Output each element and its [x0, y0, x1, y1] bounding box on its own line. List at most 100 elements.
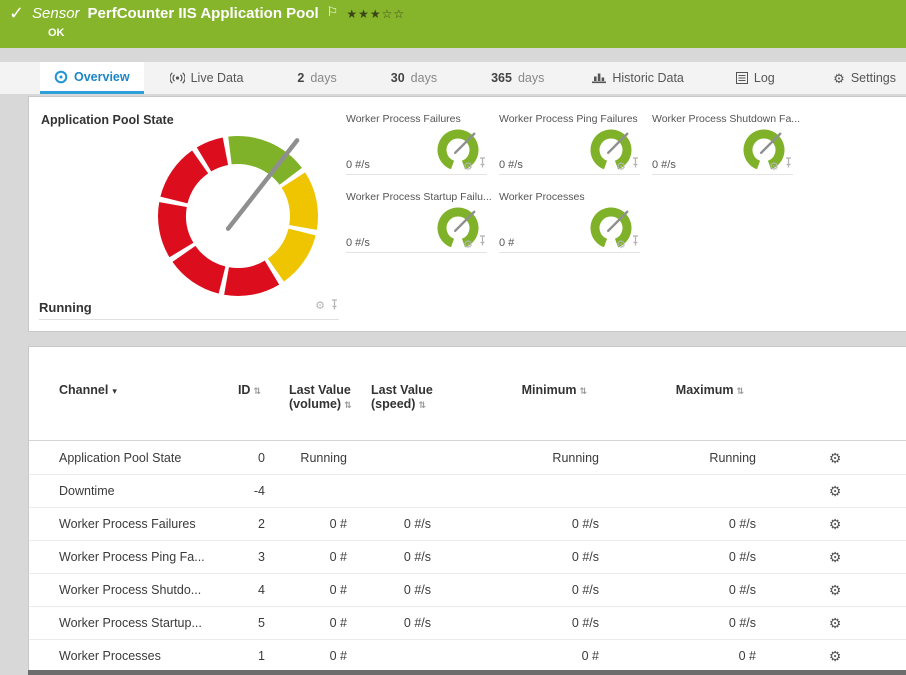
channel-name[interactable]: Application Pool State [29, 451, 205, 465]
overview-panel: Application Pool State Running ⚙ Worker … [28, 96, 906, 332]
pin-icon[interactable] [330, 297, 339, 315]
channel-name[interactable]: Downtime [29, 484, 205, 498]
channel-id: 0 [205, 451, 273, 465]
table-row[interactable]: Worker Process Failures 2 0 # 0 #/s 0 #/… [29, 508, 906, 541]
tab-settings[interactable]: ⚙ Settings [819, 62, 906, 94]
channel-minimum: 0 #/s [439, 550, 607, 564]
table-row[interactable]: Worker Process Ping Fa... 3 0 # 0 #/s 0 … [29, 541, 906, 574]
tab-2-days[interactable]: 2 days [283, 62, 350, 94]
channel-name[interactable]: Worker Process Startup... [29, 616, 205, 630]
application-pool-state-gauge [138, 116, 338, 316]
channel-maximum: 0 #/s [607, 616, 764, 630]
tab-30-days-label: days [411, 71, 437, 85]
channel-id: 2 [205, 517, 273, 531]
gauge-settings-icon[interactable]: ⚙ [463, 240, 473, 251]
gauge-settings-icon[interactable]: ⚙ [616, 240, 626, 251]
gauge-settings-icon[interactable]: ⚙ [616, 162, 626, 173]
column-header-last-value-speed[interactable]: Last Value (speed)⇅ [355, 383, 439, 412]
mini-gauge-title: Worker Processes [499, 191, 652, 203]
table-row[interactable]: Application Pool State 0 Running Running… [29, 442, 906, 475]
log-icon [736, 72, 748, 84]
channel-last-value-speed: 0 #/s [355, 583, 439, 597]
channel-id: 4 [205, 583, 273, 597]
sensor-status-bar: ✓ Sensor PerfCounter IIS Application Poo… [0, 0, 906, 48]
tab-365-days-number: 365 [491, 71, 512, 85]
column-header-maximum[interactable]: Maximum⇅ [607, 383, 764, 412]
gauge-settings-icon[interactable]: ⚙ [769, 162, 779, 173]
pin-icon[interactable] [784, 155, 793, 173]
priority-stars[interactable]: ★★★☆☆ [346, 7, 405, 21]
flag-icon[interactable]: ⚐ [327, 4, 339, 20]
tab-overview[interactable]: Overview [40, 62, 144, 94]
mini-gauge-tile: Worker Process Failures 0 #/s ⚙ [346, 113, 499, 191]
live-data-icon [170, 72, 185, 84]
sort-active-icon: ▾ [112, 386, 117, 396]
tab-30-days-number: 30 [391, 71, 405, 85]
mini-gauge-tile: Worker Process Ping Failures 0 #/s ⚙ [499, 113, 652, 191]
channel-settings-icon[interactable]: ⚙ [829, 615, 842, 631]
settings-gear-icon: ⚙ [833, 72, 845, 85]
column-header-actions [764, 383, 906, 412]
tab-historic-data[interactable]: Historic Data [578, 62, 698, 94]
pin-icon[interactable] [478, 233, 487, 251]
table-row[interactable]: Worker Process Startup... 5 0 # 0 #/s 0 … [29, 607, 906, 640]
channel-settings-icon[interactable]: ⚙ [829, 516, 842, 532]
channel-settings-icon[interactable]: ⚙ [829, 582, 842, 598]
tab-historic-data-label: Historic Data [612, 71, 684, 85]
channel-last-value-volume: 0 # [273, 517, 355, 531]
mini-gauge-footer: ⚙ [652, 155, 793, 175]
sort-icon: ⇅ [736, 386, 744, 396]
channel-name[interactable]: Worker Process Shutdo... [29, 583, 205, 597]
tab-log-label: Log [754, 71, 775, 85]
tab-live-data[interactable]: Live Data [156, 62, 258, 94]
gauge-settings-icon[interactable]: ⚙ [315, 301, 325, 312]
tab-365-days[interactable]: 365 days [477, 62, 558, 94]
column-header-id[interactable]: ID⇅ [205, 383, 273, 412]
tab-30-days[interactable]: 30 days [377, 62, 451, 94]
channel-name[interactable]: Worker Processes [29, 649, 205, 663]
mini-gauge-tile: Worker Process Startup Failu... 0 #/s ⚙ [346, 191, 499, 269]
channel-minimum: 0 #/s [439, 583, 607, 597]
channel-minimum: Running [439, 451, 607, 465]
column-header-minimum[interactable]: Minimum⇅ [439, 383, 607, 412]
column-header-last-value-volume[interactable]: Last Value (volume)⇅ [273, 383, 355, 412]
tab-settings-label: Settings [851, 71, 896, 85]
tab-overview-label: Overview [74, 70, 130, 84]
gauge-settings-icon[interactable]: ⚙ [463, 162, 473, 173]
pin-icon[interactable] [631, 233, 640, 251]
channel-last-value-speed: 0 #/s [355, 550, 439, 564]
tab-bar: Overview Live Data 2 days 30 days 365 da… [0, 62, 906, 94]
pin-icon[interactable] [631, 155, 640, 173]
mini-gauge-footer: ⚙ [346, 233, 487, 253]
mini-gauges-grid: Worker Process Failures 0 #/s ⚙ Worker P… [346, 113, 816, 269]
table-row[interactable]: Worker Process Shutdo... 4 0 # 0 #/s 0 #… [29, 574, 906, 607]
channel-maximum: 0 #/s [607, 583, 764, 597]
tab-log[interactable]: Log [722, 62, 789, 94]
mini-gauge-tile: Worker Processes 0 # ⚙ [499, 191, 652, 269]
channel-name[interactable]: Worker Process Failures [29, 517, 205, 531]
tab-live-data-label: Live Data [191, 71, 244, 85]
mini-gauge-title: Worker Process Shutdown Fa... [652, 113, 805, 125]
channel-settings-icon[interactable]: ⚙ [829, 483, 842, 499]
page-title: PerfCounter IIS Application Pool [88, 5, 319, 22]
status-badge: OK [48, 27, 65, 39]
channel-maximum: 0 #/s [607, 517, 764, 531]
mini-gauge-footer: ⚙ [499, 155, 640, 175]
channel-id: 3 [205, 550, 273, 564]
status-check-icon: ✓ [9, 3, 24, 24]
table-row[interactable]: Worker Processes 1 0 # 0 # 0 # ⚙ [29, 640, 906, 673]
channel-settings-icon[interactable]: ⚙ [829, 648, 842, 664]
channel-settings-icon[interactable]: ⚙ [829, 549, 842, 565]
channel-settings-icon[interactable]: ⚙ [829, 450, 842, 466]
tab-2-days-label: days [310, 71, 336, 85]
sort-icon: ⇅ [253, 386, 261, 396]
channel-id: -4 [205, 484, 273, 498]
channel-minimum: 0 #/s [439, 616, 607, 630]
channel-last-value-volume: 0 # [273, 649, 355, 663]
pin-icon[interactable] [478, 155, 487, 173]
sort-icon: ⇅ [344, 400, 352, 410]
table-row[interactable]: Downtime -4 ⚙ [29, 475, 906, 508]
tab-2-days-number: 2 [297, 71, 304, 85]
channel-name[interactable]: Worker Process Ping Fa... [29, 550, 205, 564]
column-header-channel[interactable]: Channel▾ [29, 383, 205, 412]
